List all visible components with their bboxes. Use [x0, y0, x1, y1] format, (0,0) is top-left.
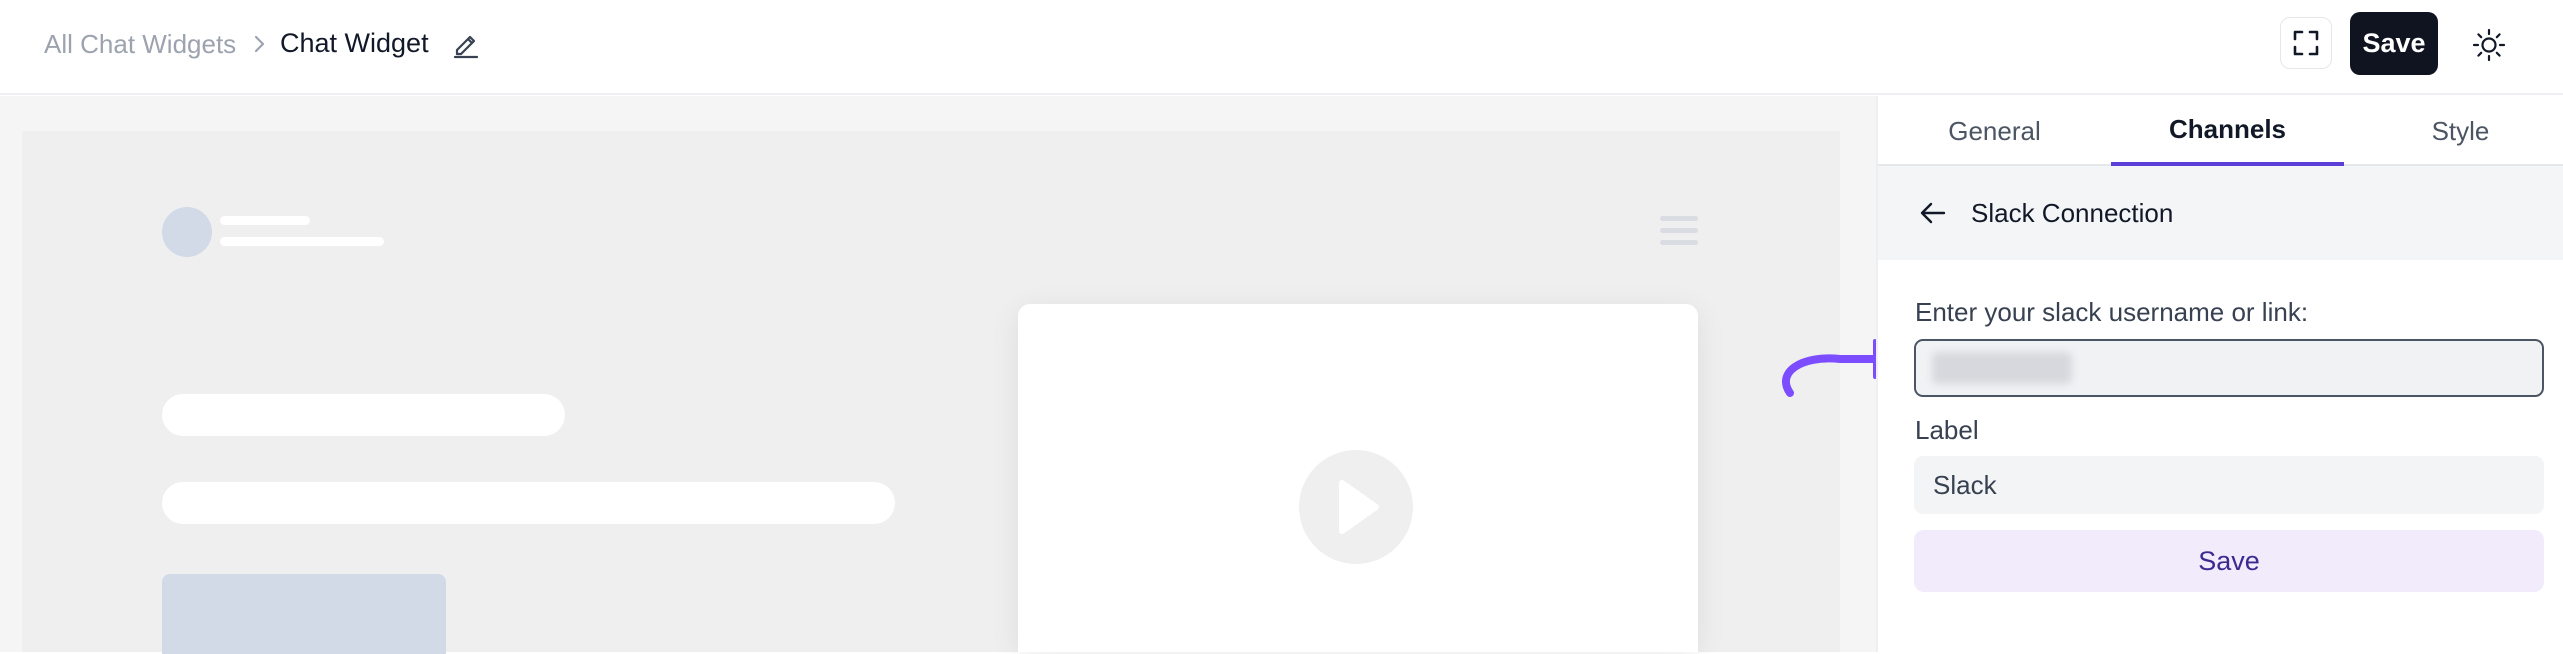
arrow-left-icon[interactable] [1916, 196, 1950, 230]
fullscreen-icon [2293, 30, 2319, 56]
save-slack-button[interactable]: Save [1914, 530, 2544, 592]
fullscreen-button[interactable] [2280, 17, 2332, 69]
breadcrumb-current: Chat Widget [280, 28, 429, 58]
pencil-icon[interactable] [450, 27, 482, 59]
mock-title-line [220, 216, 310, 225]
play-icon [1339, 480, 1379, 534]
menu-icon [1660, 216, 1698, 248]
blurred-username-value [1932, 352, 2072, 384]
mock-heading-bar [162, 394, 565, 436]
mock-text-bar [162, 482, 895, 524]
mock-logo [162, 207, 212, 257]
breadcrumb-all-chat-widgets[interactable]: All Chat Widgets [44, 27, 236, 61]
slack-connection-header: Slack Connection [1878, 166, 2563, 260]
panel-title: Slack Connection [1971, 198, 2174, 228]
tab-general[interactable]: General [1878, 96, 2111, 166]
play-button[interactable] [1299, 450, 1413, 564]
sun-icon [2472, 28, 2506, 62]
settings-tabs: General Channels Style [1878, 96, 2563, 166]
slack-username-label: Enter your slack username or link: [1915, 297, 2309, 327]
mock-subtitle-line [220, 237, 384, 246]
top-bar: All Chat Widgets Chat Widget Save [0, 0, 2563, 95]
tab-style[interactable]: Style [2344, 96, 2563, 166]
mock-video-card [1018, 304, 1698, 652]
chevron-right-icon [254, 35, 265, 53]
save-button[interactable]: Save [2350, 12, 2438, 75]
mock-button-block [162, 574, 446, 654]
label-input[interactable] [1914, 456, 2544, 514]
theme-toggle-button[interactable] [2466, 22, 2512, 68]
label-field-label: Label [1915, 415, 1979, 445]
tab-channels[interactable]: Channels [2111, 96, 2344, 166]
